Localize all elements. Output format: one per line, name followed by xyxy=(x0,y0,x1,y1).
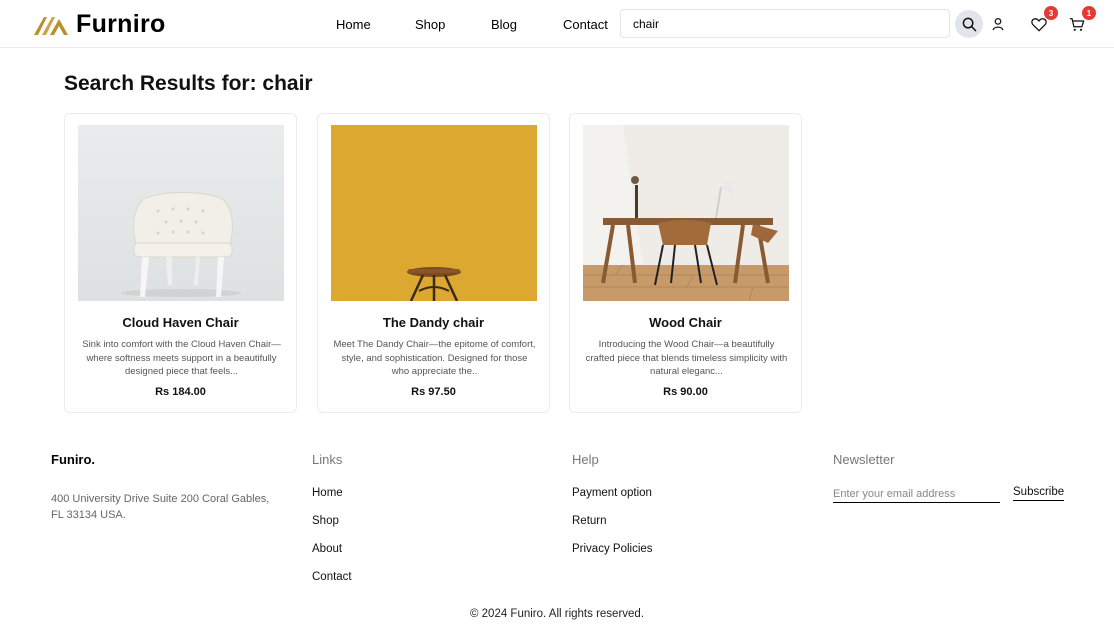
product-name[interactable]: Cloud Haven Chair xyxy=(65,315,296,330)
user-icon xyxy=(992,17,1004,31)
footer-brand: Funiro. xyxy=(51,452,96,467)
copyright: © 2024 Funiro. All rights reserved. xyxy=(469,608,645,620)
account-button[interactable] xyxy=(987,13,1009,35)
product-description: Sink into comfort with the Cloud Haven C… xyxy=(82,339,281,377)
product-image xyxy=(331,125,537,301)
footer-link-about[interactable]: About xyxy=(312,543,342,555)
site-header: Furniro Home Shop Blog Contact 3 1 xyxy=(0,0,1114,48)
search-button[interactable] xyxy=(955,10,983,38)
wishlist-count-badge: 3 xyxy=(1044,6,1058,20)
cart-icon xyxy=(1069,17,1085,31)
product-image xyxy=(583,125,789,301)
logo-icon xyxy=(34,16,68,35)
address-line: 400 University Drive Suite 200 Coral Gab… xyxy=(51,493,270,505)
footer-newsletter-title: Newsletter xyxy=(833,452,895,467)
product-price: Rs 90.00 xyxy=(663,386,708,398)
subscribe-button[interactable]: Subscribe xyxy=(1013,486,1065,501)
product-card[interactable]: Wood Chair Introducing the Wood Chair—a … xyxy=(569,113,802,413)
footer-help-title: Help xyxy=(572,452,599,467)
footer-link-payment-option[interactable]: Payment option xyxy=(572,487,652,499)
search-input[interactable] xyxy=(620,9,950,38)
cart-button[interactable]: 1 xyxy=(1066,6,1096,35)
footer-link-contact[interactable]: Contact xyxy=(312,571,352,583)
logo-text: Furniro xyxy=(76,10,166,38)
nav-contact[interactable]: Contact xyxy=(563,17,608,32)
newsletter-email-input[interactable] xyxy=(833,485,1000,503)
heart-icon xyxy=(1031,17,1047,32)
product-card[interactable]: Cloud Haven Chair Sink into comfort with… xyxy=(64,113,297,413)
search-results-title: Search Results for: chair xyxy=(64,72,313,95)
product-name[interactable]: The Dandy chair xyxy=(318,315,549,330)
cart-count-badge: 1 xyxy=(1082,6,1096,20)
search-icon xyxy=(962,17,976,31)
product-image xyxy=(78,125,284,301)
nav-home[interactable]: Home xyxy=(336,17,371,32)
product-description: Introducing the Wood Chair—a beautifully… xyxy=(585,339,788,377)
wishlist-button[interactable]: 3 xyxy=(1028,6,1058,35)
product-price: Rs 97.50 xyxy=(411,386,456,398)
footer-link-home[interactable]: Home xyxy=(312,487,343,499)
footer-links-title: Links xyxy=(312,452,343,467)
product-card[interactable]: The Dandy chair Meet The Dandy Chair—the… xyxy=(317,113,550,413)
nav-blog[interactable]: Blog xyxy=(491,17,517,32)
footer-link-return[interactable]: Return xyxy=(572,515,607,527)
product-price: Rs 184.00 xyxy=(155,386,206,398)
product-description: Meet The Dandy Chair—the epitome of comf… xyxy=(333,339,536,377)
footer-address: 400 University Drive Suite 200 Coral Gab… xyxy=(51,491,271,523)
nav-shop[interactable]: Shop xyxy=(415,17,445,32)
footer-link-shop[interactable]: Shop xyxy=(312,515,339,527)
product-name[interactable]: Wood Chair xyxy=(570,315,801,330)
address-line: FL 33134 USA. xyxy=(51,509,126,521)
footer-link-privacy-policies[interactable]: Privacy Policies xyxy=(572,543,653,555)
logo[interactable]: Furniro xyxy=(32,10,166,39)
